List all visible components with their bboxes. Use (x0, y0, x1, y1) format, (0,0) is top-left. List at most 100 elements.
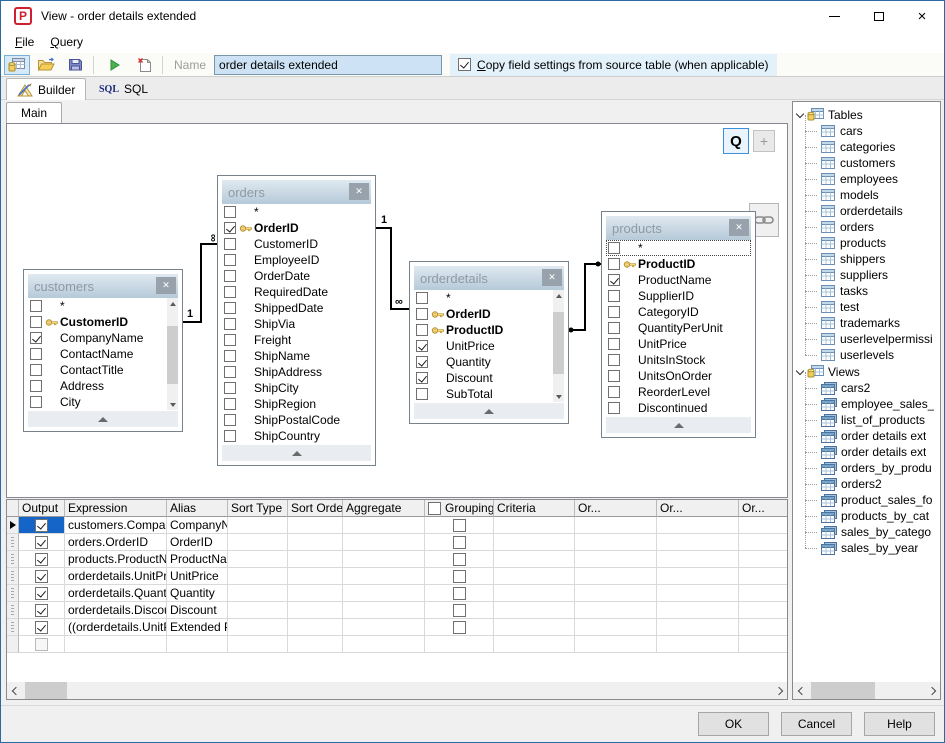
field-checkbox[interactable] (416, 340, 428, 352)
empty-cell[interactable] (739, 636, 788, 653)
table-collapse-strip[interactable] (606, 417, 751, 433)
field-row-Quantity[interactable]: Quantity (414, 354, 553, 370)
scroll-thumb[interactable] (25, 682, 67, 699)
alias-cell[interactable]: CompanyNa (167, 517, 228, 534)
criteria-cell[interactable] (494, 551, 575, 568)
empty-cell[interactable] (575, 636, 657, 653)
field-list-scrollbar[interactable] (553, 290, 564, 402)
output-cell[interactable] (19, 636, 65, 653)
tree-item-categories[interactable]: categories (793, 139, 940, 155)
field-row-ProductName[interactable]: ProductName (606, 272, 751, 288)
menu-file[interactable]: File (15, 35, 34, 49)
scroll-right-button[interactable] (770, 682, 787, 699)
tree-item-customers[interactable]: customers (793, 155, 940, 171)
or-cell[interactable] (739, 551, 788, 568)
field-row-ReorderLevel[interactable]: ReorderLevel (606, 384, 751, 400)
field-checkbox[interactable] (608, 306, 620, 318)
field-row-EmployeeID[interactable]: EmployeeID (222, 252, 371, 268)
field-checkbox[interactable] (416, 292, 428, 304)
or-cell[interactable] (657, 568, 739, 585)
field-checkbox[interactable] (224, 350, 236, 362)
sort-order-cell[interactable] (288, 585, 343, 602)
grouping-cell[interactable] (425, 568, 494, 585)
field-row-OrderID[interactable]: OrderID (222, 220, 371, 236)
field-row-star[interactable]: * (606, 240, 751, 256)
sort-order-cell[interactable] (288, 619, 343, 636)
empty-cell[interactable] (425, 636, 494, 653)
field-checkbox[interactable] (608, 386, 620, 398)
table-box-header[interactable]: products✕ (606, 216, 751, 240)
field-row-CompanyName[interactable]: CompanyName (28, 330, 167, 346)
field-row-ShipCity[interactable]: ShipCity (222, 380, 371, 396)
field-checkbox[interactable] (608, 258, 620, 270)
alias-cell[interactable]: Discount (167, 602, 228, 619)
tree-item-products[interactable]: products (793, 235, 940, 251)
field-checkbox[interactable] (224, 318, 236, 330)
empty-cell[interactable] (657, 636, 739, 653)
or-cell[interactable] (739, 568, 788, 585)
field-row-City[interactable]: City (28, 394, 167, 410)
table-collapse-strip[interactable] (28, 411, 178, 427)
tab-builder[interactable]: Builder (6, 78, 86, 100)
expression-cell[interactable]: orderdetails.Discoun (65, 602, 167, 619)
sort-order-cell[interactable] (288, 534, 343, 551)
field-checkbox[interactable] (30, 332, 42, 344)
empty-cell[interactable] (167, 636, 228, 653)
field-checkbox[interactable] (416, 308, 428, 320)
or-cell[interactable] (657, 551, 739, 568)
field-checkbox[interactable] (224, 430, 236, 442)
field-row-CustomerID[interactable]: CustomerID (28, 314, 167, 330)
scroll-up-button[interactable] (167, 298, 178, 309)
field-checkbox[interactable] (30, 364, 42, 376)
field-row-Discount[interactable]: Discount (414, 370, 553, 386)
empty-cell[interactable] (65, 636, 167, 653)
output-cell[interactable] (19, 568, 65, 585)
or-cell[interactable] (739, 585, 788, 602)
grouping-header-checkbox[interactable] (428, 502, 441, 515)
field-row-ContactTitle[interactable]: ContactTitle (28, 362, 167, 378)
table-close-button[interactable]: ✕ (349, 183, 369, 200)
field-row-OrderID[interactable]: OrderID (414, 306, 553, 322)
field-checkbox[interactable] (224, 270, 236, 282)
grouping-checkbox[interactable] (453, 519, 466, 532)
sort-order-cell[interactable] (288, 517, 343, 534)
field-checkbox[interactable] (416, 356, 428, 368)
aggregate-cell[interactable] (343, 602, 425, 619)
grouping-cell[interactable] (425, 602, 494, 619)
sort-order-cell[interactable] (288, 568, 343, 585)
or-cell[interactable] (657, 585, 739, 602)
output-checkbox[interactable] (35, 570, 48, 583)
grid-column-header-or[interactable]: Or... (739, 500, 788, 517)
field-row-CustomerID[interactable]: CustomerID (222, 236, 371, 252)
grid-column-header-or[interactable]: Or... (575, 500, 657, 517)
or-cell[interactable] (739, 534, 788, 551)
field-checkbox[interactable] (224, 366, 236, 378)
output-cell[interactable] (19, 517, 65, 534)
sort-type-cell[interactable] (228, 534, 288, 551)
scroll-thumb[interactable] (811, 682, 875, 699)
or-cell[interactable] (575, 551, 657, 568)
field-checkbox[interactable] (608, 354, 620, 366)
output-cell[interactable] (19, 602, 65, 619)
field-row-ShippedDate[interactable]: ShippedDate (222, 300, 371, 316)
output-checkbox[interactable] (35, 604, 48, 617)
field-row-star[interactable]: * (222, 204, 371, 220)
field-row-ShipName[interactable]: ShipName (222, 348, 371, 364)
alias-cell[interactable]: OrderID (167, 534, 228, 551)
or-cell[interactable] (657, 602, 739, 619)
tree-item-sales-by-catego[interactable]: sales_by_catego (793, 524, 940, 540)
grouping-checkbox[interactable] (453, 587, 466, 600)
or-cell[interactable] (739, 517, 788, 534)
field-row-ShipCountry[interactable]: ShipCountry (222, 428, 371, 444)
grouping-cell[interactable] (425, 534, 494, 551)
maximize-button[interactable] (859, 1, 899, 31)
tree-item-cars[interactable]: cars (793, 123, 940, 139)
field-row-Discontinued[interactable]: Discontinued (606, 400, 751, 416)
tree-root-views[interactable]: Views (793, 363, 940, 380)
or-cell[interactable] (575, 517, 657, 534)
sort-order-cell[interactable] (288, 602, 343, 619)
field-row-CategoryID[interactable]: CategoryID (606, 304, 751, 320)
grid-column-header-grouping[interactable]: Grouping (425, 500, 494, 517)
grouping-cell[interactable] (425, 619, 494, 636)
scroll-thumb[interactable] (167, 326, 178, 384)
